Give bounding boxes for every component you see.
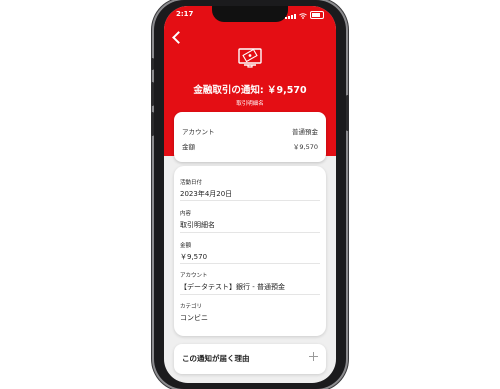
volume-up-button (151, 82, 154, 106)
detail-category: カテゴリ コンビニ (180, 302, 320, 323)
notch (212, 6, 288, 22)
divider (180, 200, 320, 201)
divider (180, 263, 320, 264)
detail-label: 金額 (180, 243, 192, 249)
detail-value: ￥9,570 (180, 253, 208, 261)
side-button (346, 95, 349, 131)
page-title: 金融取引の通知: ￥9,570 (193, 85, 307, 96)
silent-switch (151, 58, 154, 70)
detail-label: カテゴリ (180, 304, 203, 310)
detail-value: 2023年4月20日 (180, 190, 233, 198)
divider (180, 294, 320, 295)
detail-label: 活動日付 (180, 180, 203, 186)
detail-account: アカウント 【データテスト】銀行 - 普通預金 (180, 271, 320, 292)
summary-account-row: アカウント 普通預金 (182, 126, 318, 136)
status-time: 2:17 (176, 10, 194, 18)
status-icons (285, 11, 324, 19)
summary-amount-row: 金額 ￥9,570 (182, 141, 318, 151)
detail-date: 活動日付 2023年4月20日 (180, 178, 320, 199)
detail-amount: 金額 ￥9,570 (180, 241, 320, 262)
detail-label: 内容 (180, 211, 192, 217)
summary-card: アカウント 普通預金 金額 ￥9,570 (174, 112, 326, 162)
plus-icon[interactable] (309, 352, 318, 361)
signal-icon (285, 14, 296, 19)
battery-icon (310, 11, 324, 19)
detail-label: アカウント (180, 273, 208, 279)
wifi-icon (299, 13, 307, 19)
volume-down-button (151, 112, 154, 136)
detail-value: 【データテスト】銀行 - 普通預金 (180, 283, 285, 291)
detail-description: 内容 取引明細名 (180, 209, 320, 230)
detail-value: コンビニ (180, 314, 208, 322)
summary-account-label: アカウント (182, 128, 215, 136)
phone-screen: 2:17 金融取引の通知: ￥9,570 取引明細名 アカウント 普通預金 金額… (164, 6, 336, 383)
details-card: 活動日付 2023年4月20日 内容 取引明細名 金額 ￥9,570 アカウント… (174, 166, 326, 336)
banknote-hand-icon (238, 48, 262, 68)
notification-reason-row[interactable]: この通知が届く理由 (174, 344, 326, 374)
summary-amount-label: 金額 (182, 143, 195, 151)
page-subtitle: 取引明細名 (236, 101, 264, 107)
divider (180, 232, 320, 233)
summary-account-value: 普通預金 (292, 128, 318, 136)
back-arrow-icon[interactable] (172, 31, 185, 44)
summary-amount-value: ￥9,570 (292, 143, 318, 151)
detail-value: 取引明細名 (180, 221, 215, 229)
notification-reason-label: この通知が届く理由 (182, 354, 250, 363)
